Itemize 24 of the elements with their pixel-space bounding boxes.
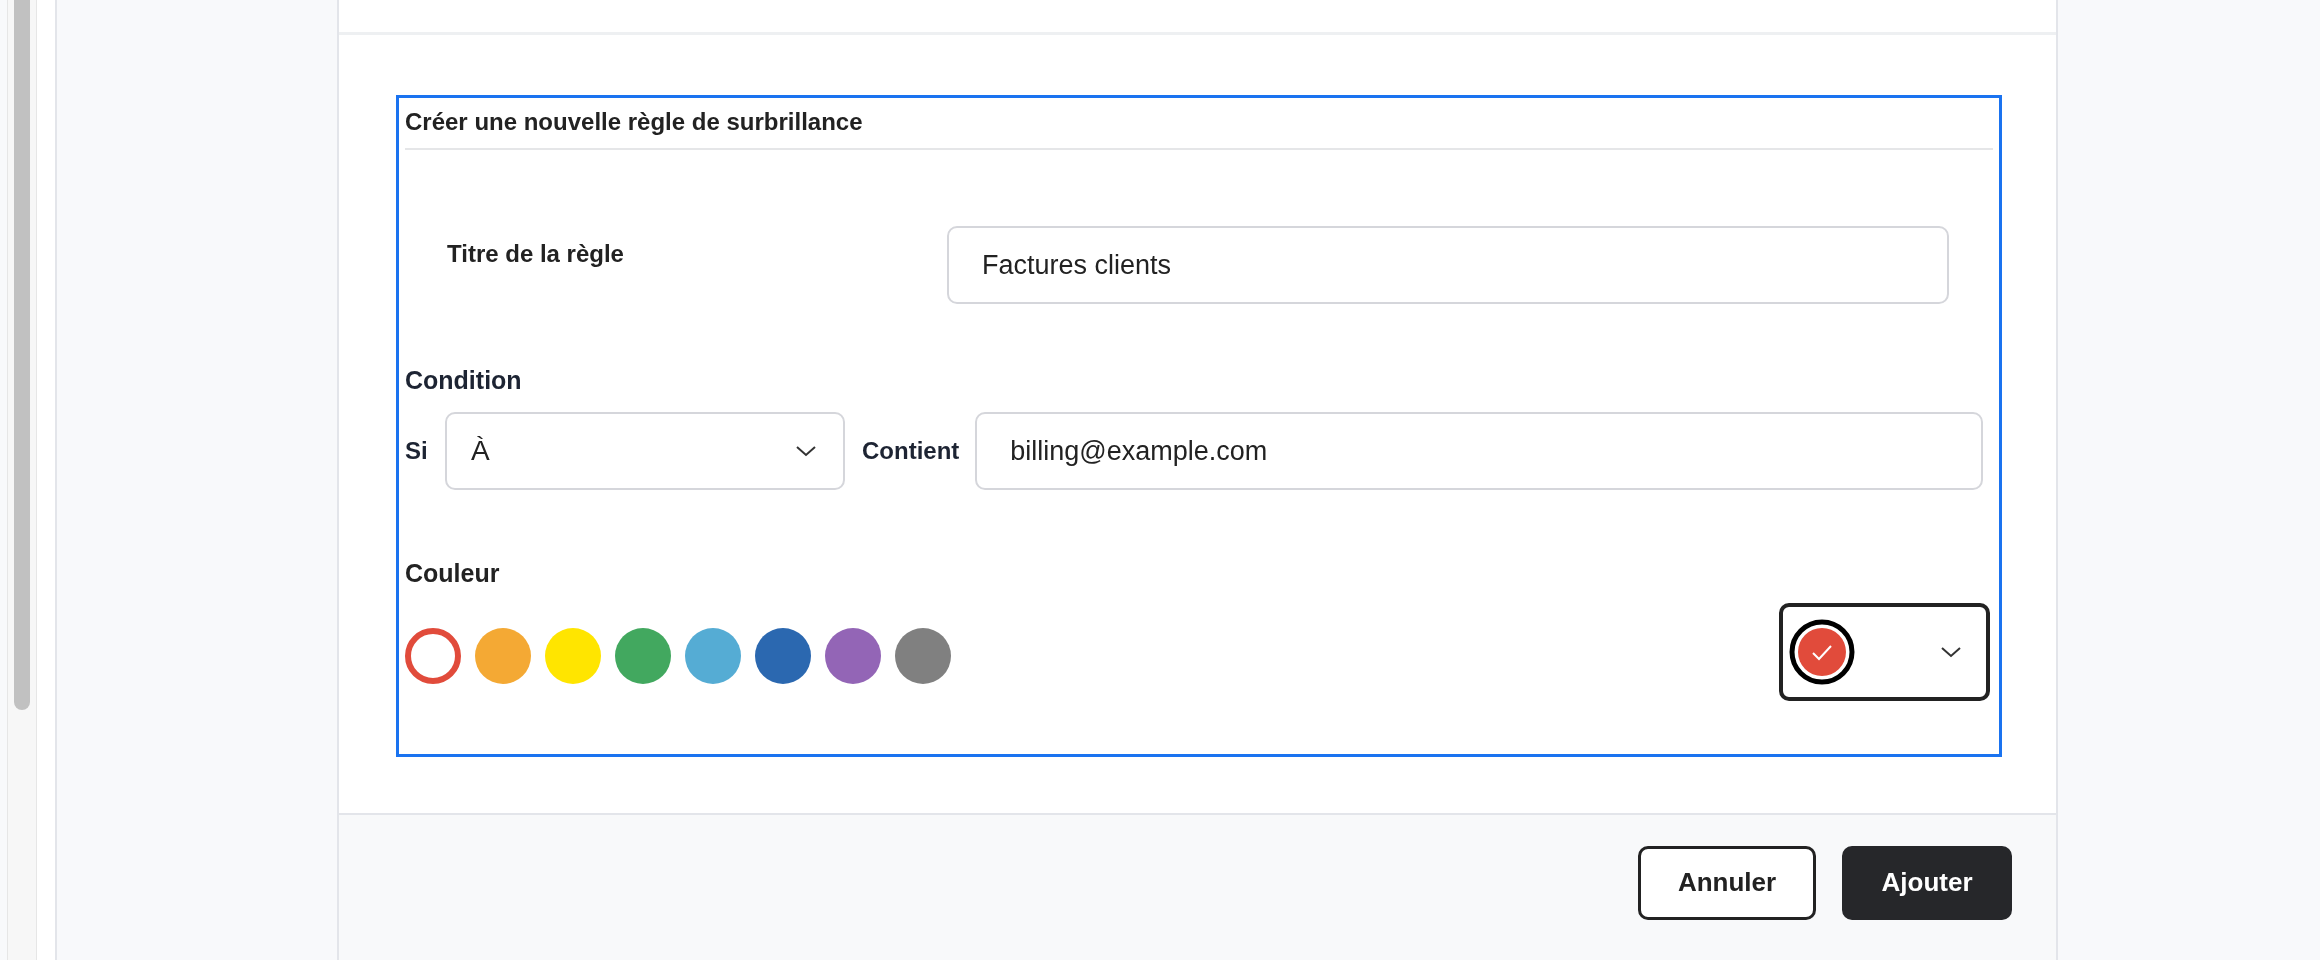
color-swatch[interactable]: [405, 628, 461, 684]
cancel-button[interactable]: Annuler: [1638, 845, 1816, 920]
color-swatch[interactable]: [615, 628, 671, 684]
input-field[interactable]: billing@example.com: [975, 412, 1984, 490]
scrollbar-thumb[interactable]: [14, 0, 30, 710]
color-swatch[interactable]: [755, 628, 811, 684]
color-dropdown[interactable]: [1779, 603, 1990, 701]
chevron-down-icon: [1940, 645, 1962, 659]
section-heading: Condition: [405, 366, 523, 395]
field-label: Titre de la règle: [447, 240, 625, 268]
field-label: Contient: [862, 437, 960, 465]
section-heading: Couleur: [405, 559, 501, 588]
color-swatch[interactable]: [895, 628, 951, 684]
add-button[interactable]: Ajouter: [1842, 845, 2012, 920]
chevron-down-icon: [795, 444, 817, 458]
input-field[interactable]: Factures clients: [947, 226, 1949, 304]
form-title: Créer une nouvelle règle de surbrillance: [405, 102, 1993, 150]
color-swatch[interactable]: [825, 628, 881, 684]
color-swatch[interactable]: [475, 628, 531, 684]
field-label: Si: [405, 437, 429, 465]
checked-color-icon: [1789, 619, 1855, 685]
color-swatch[interactable]: [685, 628, 741, 684]
dropdown[interactable]: À: [445, 412, 845, 490]
color-swatch[interactable]: [545, 628, 601, 684]
